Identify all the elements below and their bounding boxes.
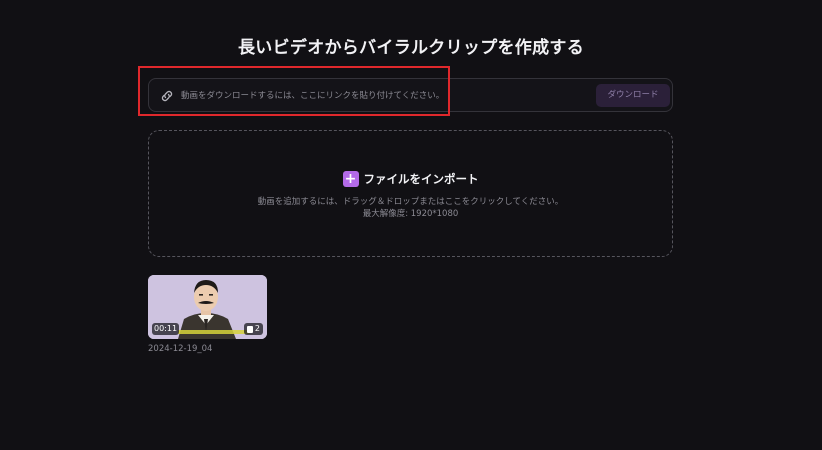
clip-count: 2 [254,324,260,333]
clip-count-badge: 2 [243,323,263,335]
url-input[interactable] [181,86,561,106]
plus-icon: + [342,171,359,187]
url-bar[interactable]: ダウンロード [148,78,673,112]
link-icon [161,90,173,102]
clip-icon [246,325,253,333]
import-row[interactable]: + ファイルをインポート [149,171,672,187]
import-label: ファイルをインポート [363,172,479,186]
video-card[interactable]: 00:11 2 [148,275,267,339]
video-name: 2024-12-19_04 [148,344,213,354]
drop-hint: 動画を追加するには、ドラッグ＆ドロップまたはここをクリックしてください。 [257,197,564,207]
import-drop-zone[interactable]: + ファイルをインポート 動画を追加するには、ドラッグ＆ドロップまたはここをクリ… [148,130,673,257]
resolution-note: 最大解像度: 1920*1080 [362,209,459,219]
page-title: 長いビデオからバイラルクリップを作成する [238,38,584,58]
download-button[interactable]: ダウンロード [596,84,670,107]
duration-badge: 00:11 [152,323,180,335]
